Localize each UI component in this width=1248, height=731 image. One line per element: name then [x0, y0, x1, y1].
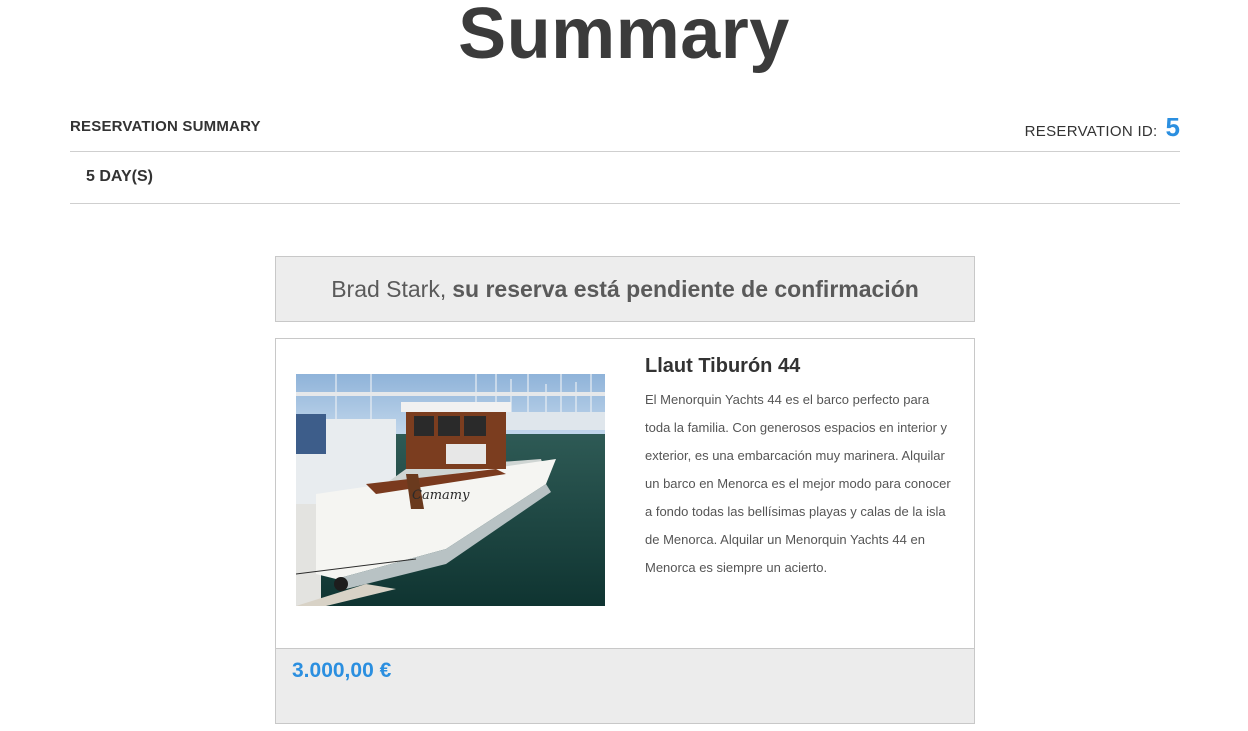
reservation-id-value: 5 — [1165, 112, 1180, 142]
reservation-id: RESERVATION ID: 5 — [1025, 112, 1180, 143]
summary-page: Summary RESERVATION SUMMARY RESERVATION … — [0, 0, 1248, 731]
customer-name: Brad Stark, — [331, 275, 447, 302]
page-title: Summary — [458, 0, 790, 74]
reservation-id-label: RESERVATION ID: — [1024, 123, 1158, 140]
boat-description: El Menorquin Yachts 44 es el barco perfe… — [645, 392, 951, 575]
boat-hull-name: Camamy — [412, 488, 470, 503]
boat-photo: Camamy — [296, 374, 605, 606]
reservation-summary-label: RESERVATION SUMMARY — [70, 118, 261, 135]
reservation-days: 5 DAY(S) — [86, 168, 153, 185]
status-message: su reserva está pendiente de confirmació… — [452, 275, 919, 302]
reservation-summary-header: RESERVATION SUMMARY RESERVATION ID: 5 — [70, 108, 1180, 152]
boat-info: Llaut Tiburón 44 El Menorquin Yachts 44 … — [645, 355, 957, 582]
boat-card: Camamy Llaut Tiburón 44 El Menorquin Yac… — [275, 338, 975, 724]
reservation-days-row: 5 DAY(S) — [70, 152, 1180, 204]
total-price: 3.000,00 € — [292, 659, 392, 682]
reservation-status-banner: Brad Stark, su reserva está pendiente de… — [275, 256, 975, 322]
price-bar: 3.000,00 € — [276, 648, 974, 723]
boat-name: Llaut Tiburón 44 — [645, 355, 801, 377]
